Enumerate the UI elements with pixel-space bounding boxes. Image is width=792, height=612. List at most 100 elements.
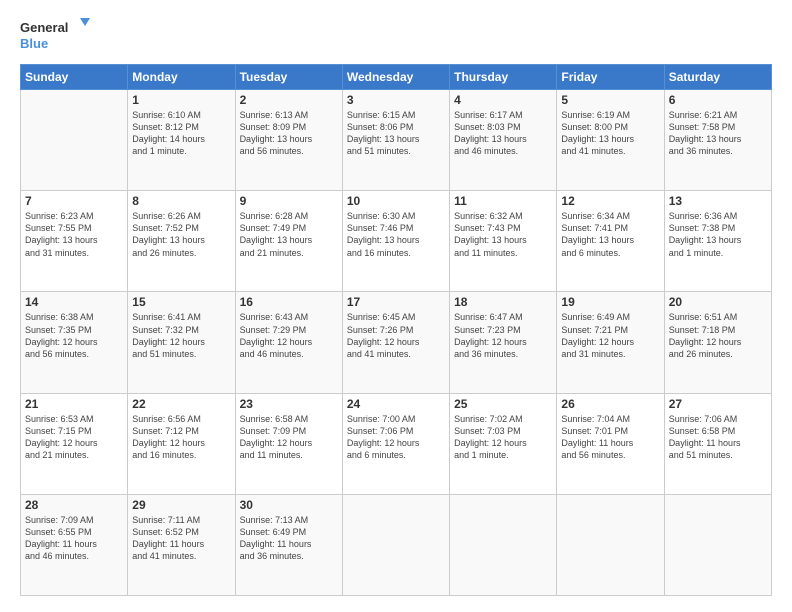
calendar-cell: 3Sunrise: 6:15 AMSunset: 8:06 PMDaylight… (342, 90, 449, 191)
day-info: Sunrise: 6:49 AMSunset: 7:21 PMDaylight:… (561, 311, 659, 360)
day-info: Sunrise: 6:28 AMSunset: 7:49 PMDaylight:… (240, 210, 338, 259)
calendar-cell: 26 Sunrise: 7:04 AMSunset: 7:01 PMDayligh… (557, 393, 664, 494)
day-info: Sunrise: 7:09 AMSunset: 6:55 PMDaylight:… (25, 514, 123, 563)
calendar-cell: 20Sunrise: 6:51 AMSunset: 7:18 PMDayligh… (664, 292, 771, 393)
day-info: Sunrise: 6:56 AMSunset: 7:12 PMDaylight:… (132, 413, 230, 462)
logo-svg: General Blue (20, 16, 90, 54)
day-number: 7 (25, 194, 123, 208)
day-number: 6 (669, 93, 767, 107)
calendar-cell: 28 Sunrise: 7:09 AMSunset: 6:55 PMDayligh… (21, 494, 128, 595)
calendar-cell: 18 Sunrise: 6:47 AMSunset: 7:23 PMDayligh… (450, 292, 557, 393)
calendar-week-3: 14 Sunrise: 6:38 AMSunset: 7:35 PMDayligh… (21, 292, 772, 393)
day-number: 27 (669, 397, 767, 411)
header: General Blue (20, 16, 772, 54)
calendar-week-4: 21Sunrise: 6:53 AMSunset: 7:15 PMDayligh… (21, 393, 772, 494)
day-info: Sunrise: 6:10 AMSunset: 8:12 PMDaylight:… (132, 109, 230, 158)
day-info: Sunrise: 7:02 AMSunset: 7:03 PMDaylight:… (454, 413, 552, 462)
day-info: Sunrise: 6:38 AMSunset: 7:35 PMDaylight:… (25, 311, 123, 360)
calendar-cell: 19 Sunrise: 6:49 AMSunset: 7:21 PMDayligh… (557, 292, 664, 393)
day-number: 30 (240, 498, 338, 512)
calendar-cell: 4 Sunrise: 6:17 AMSunset: 8:03 PMDaylight… (450, 90, 557, 191)
day-info: Sunrise: 7:04 AMSunset: 7:01 PMDaylight:… (561, 413, 659, 462)
col-header-monday: Monday (128, 65, 235, 90)
day-number: 28 (25, 498, 123, 512)
day-info: Sunrise: 6:36 AMSunset: 7:38 PMDaylight:… (669, 210, 767, 259)
day-info: Sunrise: 6:45 AMSunset: 7:26 PMDaylight:… (347, 311, 445, 360)
day-info: Sunrise: 6:47 AMSunset: 7:23 PMDaylight:… (454, 311, 552, 360)
day-number: 21 (25, 397, 123, 411)
day-number: 25 (454, 397, 552, 411)
calendar-cell: 23Sunrise: 6:58 AMSunset: 7:09 PMDayligh… (235, 393, 342, 494)
day-number: 19 (561, 295, 659, 309)
calendar-cell: 14 Sunrise: 6:38 AMSunset: 7:35 PMDayligh… (21, 292, 128, 393)
day-info: Sunrise: 7:06 AMSunset: 6:58 PMDaylight:… (669, 413, 767, 462)
calendar-cell (21, 90, 128, 191)
calendar-week-1: 1 Sunrise: 6:10 AMSunset: 8:12 PMDaylight… (21, 90, 772, 191)
logo: General Blue (20, 16, 90, 54)
day-number: 18 (454, 295, 552, 309)
day-info: Sunrise: 6:26 AMSunset: 7:52 PMDaylight:… (132, 210, 230, 259)
calendar-cell: 30 Sunrise: 7:13 AMSunset: 6:49 PMDayligh… (235, 494, 342, 595)
day-info: Sunrise: 7:13 AMSunset: 6:49 PMDaylight:… (240, 514, 338, 563)
day-number: 22 (132, 397, 230, 411)
calendar-cell: 2 Sunrise: 6:13 AMSunset: 8:09 PMDaylight… (235, 90, 342, 191)
calendar-cell: 25 Sunrise: 7:02 AMSunset: 7:03 PMDayligh… (450, 393, 557, 494)
day-info: Sunrise: 7:00 AMSunset: 7:06 PMDaylight:… (347, 413, 445, 462)
svg-text:Blue: Blue (20, 36, 48, 51)
day-info: Sunrise: 7:11 AMSunset: 6:52 PMDaylight:… (132, 514, 230, 563)
calendar-cell: 15 Sunrise: 6:41 AMSunset: 7:32 PMDayligh… (128, 292, 235, 393)
calendar-cell: 11 Sunrise: 6:32 AMSunset: 7:43 PMDayligh… (450, 191, 557, 292)
day-info: Sunrise: 6:13 AMSunset: 8:09 PMDaylight:… (240, 109, 338, 158)
calendar-cell: 16 Sunrise: 6:43 AMSunset: 7:29 PMDayligh… (235, 292, 342, 393)
day-info: Sunrise: 6:23 AMSunset: 7:55 PMDaylight:… (25, 210, 123, 259)
day-number: 16 (240, 295, 338, 309)
col-header-tuesday: Tuesday (235, 65, 342, 90)
calendar-cell (342, 494, 449, 595)
calendar-cell (664, 494, 771, 595)
day-number: 13 (669, 194, 767, 208)
day-info: Sunrise: 6:41 AMSunset: 7:32 PMDaylight:… (132, 311, 230, 360)
day-number: 1 (132, 93, 230, 107)
day-info: Sunrise: 6:15 AMSunset: 8:06 PMDaylight:… (347, 109, 445, 158)
day-info: Sunrise: 6:51 AMSunset: 7:18 PMDaylight:… (669, 311, 767, 360)
calendar-cell: 24 Sunrise: 7:00 AMSunset: 7:06 PMDayligh… (342, 393, 449, 494)
calendar-week-2: 7 Sunrise: 6:23 AMSunset: 7:55 PMDaylight… (21, 191, 772, 292)
col-header-friday: Friday (557, 65, 664, 90)
day-number: 24 (347, 397, 445, 411)
calendar-cell: 29 Sunrise: 7:11 AMSunset: 6:52 PMDayligh… (128, 494, 235, 595)
day-number: 15 (132, 295, 230, 309)
calendar-table: SundayMondayTuesdayWednesdayThursdayFrid… (20, 64, 772, 596)
calendar-cell: 1 Sunrise: 6:10 AMSunset: 8:12 PMDaylight… (128, 90, 235, 191)
day-number: 17 (347, 295, 445, 309)
day-number: 2 (240, 93, 338, 107)
col-header-wednesday: Wednesday (342, 65, 449, 90)
day-info: Sunrise: 6:19 AMSunset: 8:00 PMDaylight:… (561, 109, 659, 158)
day-info: Sunrise: 6:30 AMSunset: 7:46 PMDaylight:… (347, 210, 445, 259)
day-info: Sunrise: 6:32 AMSunset: 7:43 PMDaylight:… (454, 210, 552, 259)
calendar-cell (450, 494, 557, 595)
calendar-cell: 8Sunrise: 6:26 AMSunset: 7:52 PMDaylight… (128, 191, 235, 292)
calendar-header-row: SundayMondayTuesdayWednesdayThursdayFrid… (21, 65, 772, 90)
page: General Blue SundayMondayTuesdayWednesda… (0, 0, 792, 612)
col-header-saturday: Saturday (664, 65, 771, 90)
col-header-sunday: Sunday (21, 65, 128, 90)
day-number: 29 (132, 498, 230, 512)
day-info: Sunrise: 6:17 AMSunset: 8:03 PMDaylight:… (454, 109, 552, 158)
col-header-thursday: Thursday (450, 65, 557, 90)
day-number: 10 (347, 194, 445, 208)
day-number: 26 (561, 397, 659, 411)
day-info: Sunrise: 6:43 AMSunset: 7:29 PMDaylight:… (240, 311, 338, 360)
day-number: 5 (561, 93, 659, 107)
calendar-cell: 9Sunrise: 6:28 AMSunset: 7:49 PMDaylight… (235, 191, 342, 292)
svg-text:General: General (20, 20, 68, 35)
day-number: 14 (25, 295, 123, 309)
day-number: 11 (454, 194, 552, 208)
day-number: 4 (454, 93, 552, 107)
calendar-cell: 27 Sunrise: 7:06 AMSunset: 6:58 PMDayligh… (664, 393, 771, 494)
calendar-cell: 5 Sunrise: 6:19 AMSunset: 8:00 PMDaylight… (557, 90, 664, 191)
calendar-cell: 10 Sunrise: 6:30 AMSunset: 7:46 PMDayligh… (342, 191, 449, 292)
calendar-week-5: 28 Sunrise: 7:09 AMSunset: 6:55 PMDayligh… (21, 494, 772, 595)
day-info: Sunrise: 6:58 AMSunset: 7:09 PMDaylight:… (240, 413, 338, 462)
calendar-cell: 21Sunrise: 6:53 AMSunset: 7:15 PMDayligh… (21, 393, 128, 494)
day-number: 12 (561, 194, 659, 208)
